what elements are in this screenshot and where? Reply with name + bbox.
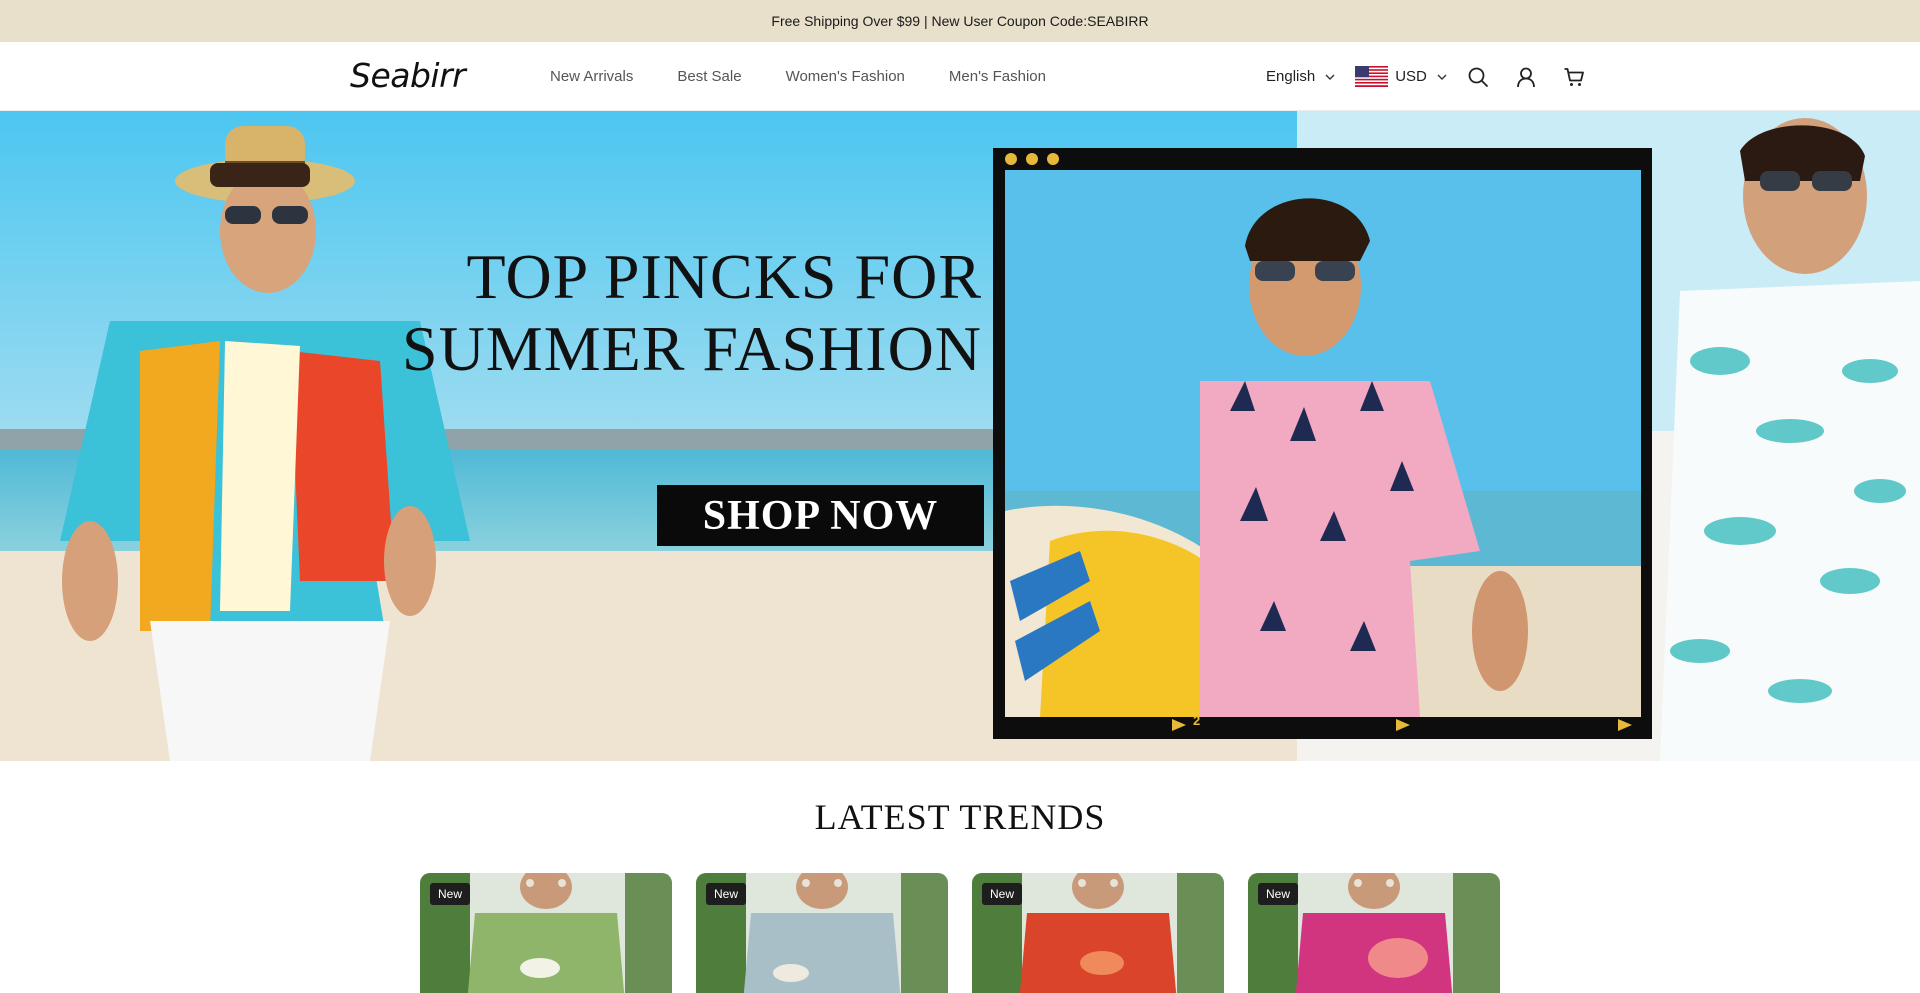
hero-banner[interactable]: TOP PINCKS FOR SUMMER FASHION SHOP NOW 2 <box>0 111 1920 761</box>
cart-icon[interactable] <box>1563 66 1585 88</box>
currency-label: USD <box>1395 68 1427 85</box>
shop-now-button[interactable]: SHOP NOW <box>657 485 984 546</box>
product-card[interactable]: New <box>972 873 1224 993</box>
product-card[interactable]: New <box>1248 873 1500 993</box>
main-nav: New Arrivals Best Sale Women's Fashion M… <box>550 42 1046 111</box>
language-selector[interactable]: English <box>1266 68 1335 85</box>
site-logo[interactable]: Seabirr <box>350 56 466 95</box>
announcement-text: Free Shipping Over $99 | New User Coupon… <box>771 13 1149 29</box>
nav-best-sale[interactable]: Best Sale <box>677 68 741 85</box>
product-grid: New New New New <box>420 873 1500 993</box>
chevron-down-icon <box>1325 74 1335 80</box>
new-badge: New <box>706 883 747 905</box>
us-flag-icon <box>1355 66 1389 87</box>
new-badge: New <box>1258 883 1299 905</box>
product-card[interactable]: New <box>420 873 672 993</box>
currency-selector[interactable]: USD <box>1335 66 1447 87</box>
site-header: Seabirr New Arrivals Best Sale Women's F… <box>0 42 1920 111</box>
language-label: English <box>1266 68 1316 85</box>
nav-womens-fashion[interactable]: Women's Fashion <box>786 68 905 85</box>
hero-title-line2: SUMMER FASHION <box>401 313 982 384</box>
announcement-bar: Free Shipping Over $99 | New User Coupon… <box>0 0 1920 42</box>
hero-title: TOP PINCKS FOR SUMMER FASHION <box>402 241 982 385</box>
account-icon[interactable] <box>1515 66 1537 88</box>
new-badge: New <box>430 883 471 905</box>
hero-background-image <box>0 111 1920 761</box>
new-badge: New <box>982 883 1023 905</box>
product-card[interactable]: New <box>696 873 948 993</box>
latest-trends-title: LATEST TRENDS <box>814 797 1106 837</box>
search-icon[interactable] <box>1467 66 1489 88</box>
nav-mens-fashion[interactable]: Men's Fashion <box>949 68 1046 85</box>
header-actions: English USD <box>1266 42 1585 111</box>
hero-title-line1: TOP PINCKS FOR <box>466 241 982 312</box>
hero-frame-caption: 2 <box>1193 713 1201 728</box>
chevron-down-icon <box>1437 74 1447 80</box>
nav-new-arrivals[interactable]: New Arrivals <box>550 68 633 85</box>
